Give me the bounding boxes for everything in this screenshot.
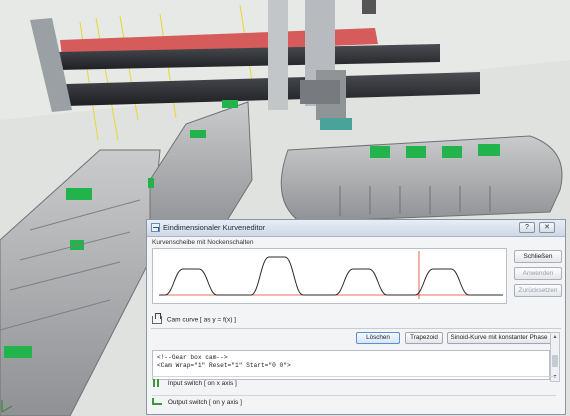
cam-curve-label: Cam curve [ as y = f(x) ] xyxy=(166,316,236,324)
trapezoid-button[interactable]: Trapezoid xyxy=(405,332,443,344)
code-line: <Cam Wrap="1" Reset="1" Start="0 0"> xyxy=(157,362,291,369)
cam-curve xyxy=(159,256,503,296)
cam-curve-plot[interactable] xyxy=(152,248,507,304)
cam-curve-row[interactable]: Cam curve [ as y = f(x) ] xyxy=(152,313,236,324)
conveyor-belt-right xyxy=(280,135,563,223)
code-line: <!--Gear box cam--> xyxy=(157,354,228,361)
cam-curve-graph[interactable] xyxy=(153,249,506,303)
curve-editor-dialog: Eindimensionaler Kurveneditor ? ✕ Kurven… xyxy=(146,219,566,415)
help-icon[interactable]: ? xyxy=(519,222,535,233)
output-switch-icon xyxy=(152,398,162,406)
app-icon xyxy=(151,223,160,232)
vertical-scrollbar[interactable]: ▲ ▼ xyxy=(550,332,560,382)
input-switch-label: Input switch [ on x axis ] xyxy=(167,380,237,387)
close-button[interactable]: Schließen xyxy=(514,250,562,263)
input-switch-icon xyxy=(152,379,162,388)
input-switch-row[interactable]: Input switch [ on x axis ] xyxy=(152,376,556,391)
reset-button[interactable]: Zurücksetzen xyxy=(514,284,562,297)
cam-curve-icon xyxy=(152,313,162,324)
scroll-thumb[interactable] xyxy=(552,355,558,367)
dialog-title: Eindimensionaler Kurveneditor xyxy=(163,223,266,232)
curve-subtitle: Kurvenscheibe mit Nockenschalten xyxy=(152,239,254,246)
close-icon[interactable]: ✕ xyxy=(539,222,555,233)
output-switch-row[interactable]: Output switch [ on y axis ] xyxy=(152,395,556,410)
scroll-up-icon[interactable]: ▲ xyxy=(551,333,559,341)
apply-button[interactable]: Anwenden xyxy=(514,267,562,280)
divider xyxy=(151,328,561,329)
output-switch-label: Output switch [ on y axis ] xyxy=(167,399,242,406)
dialog-titlebar[interactable]: Eindimensionaler Kurveneditor ? ✕ xyxy=(147,220,565,237)
sinoid-curve-button[interactable]: Sinoid-Kurve mit konstanter Phase xyxy=(447,332,551,344)
delete-button[interactable]: Löschen xyxy=(356,332,400,344)
